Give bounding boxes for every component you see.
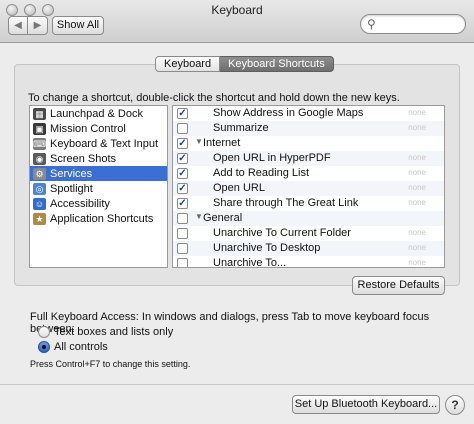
category-label: Spotlight bbox=[50, 182, 93, 195]
shortcut-label: Unarchive To Desktop bbox=[213, 242, 321, 254]
show-all-button[interactable]: Show All bbox=[52, 16, 104, 35]
shortcut-key: none bbox=[408, 153, 426, 162]
back-arrow-icon: ◀ bbox=[14, 20, 22, 31]
shortcut-key: none bbox=[408, 243, 426, 252]
radio-text-boxes[interactable]: Text boxes and lists only bbox=[38, 326, 173, 338]
shortcut-group-row[interactable]: ▼ General bbox=[173, 211, 444, 226]
shortcut-label: General bbox=[203, 212, 243, 224]
category-label: Accessibility bbox=[50, 197, 110, 210]
gear-icon: ⚙ bbox=[33, 167, 46, 180]
category-label: Application Shortcuts bbox=[50, 212, 154, 225]
category-label: Services bbox=[50, 167, 93, 180]
category-item[interactable]: ▣ Mission Control bbox=[30, 121, 167, 136]
shortcut-checkbox[interactable] bbox=[177, 228, 188, 239]
shortcut-key: none bbox=[408, 108, 426, 117]
shortcut-key: none bbox=[408, 258, 426, 267]
category-label: Launchpad & Dock bbox=[50, 107, 143, 120]
app-shortcuts-icon: ★ bbox=[33, 212, 46, 225]
shortcut-row[interactable]: Unarchive To... none bbox=[173, 256, 444, 268]
nav-buttons: ◀ ▶ bbox=[8, 16, 48, 35]
magnifier-icon: ⚲ bbox=[367, 17, 376, 31]
separator bbox=[0, 384, 474, 385]
category-label: Mission Control bbox=[50, 122, 126, 135]
shortcut-row[interactable]: ✓ Add to Reading List none bbox=[173, 166, 444, 181]
disclosure-triangle-icon[interactable]: ▼ bbox=[195, 137, 203, 146]
shortcut-checkbox[interactable]: ✓ bbox=[177, 138, 188, 149]
spotlight-icon: ◎ bbox=[33, 182, 46, 195]
category-item[interactable]: ★ Application Shortcuts bbox=[30, 211, 167, 226]
shortcut-label: Share through The Great Link bbox=[213, 197, 359, 209]
shortcut-checkbox[interactable]: ✓ bbox=[177, 183, 188, 194]
shortcut-checkbox[interactable]: ✓ bbox=[177, 108, 188, 119]
shortcut-label: Add to Reading List bbox=[213, 167, 310, 179]
launchpad-icon: ▦ bbox=[33, 107, 46, 120]
shortcut-group-row[interactable]: ✓ ▼ Internet bbox=[173, 136, 444, 151]
category-item[interactable]: ⚙ Services bbox=[30, 166, 167, 181]
shortcut-checkbox[interactable] bbox=[177, 213, 188, 224]
control-f7-note: Press Control+F7 to change this setting. bbox=[30, 359, 191, 369]
shortcut-key: none bbox=[408, 198, 426, 207]
tab-keyboard-shortcuts[interactable]: Keyboard Shortcuts bbox=[220, 56, 334, 72]
shortcut-label: Internet bbox=[203, 137, 241, 149]
shortcut-label: Open URL bbox=[213, 182, 265, 194]
bluetooth-keyboard-button[interactable]: Set Up Bluetooth Keyboard... bbox=[292, 395, 440, 414]
search-input[interactable] bbox=[379, 17, 463, 31]
shortcut-label: Summarize bbox=[213, 122, 269, 134]
shortcut-key: none bbox=[408, 183, 426, 192]
accessibility-icon: ☺ bbox=[33, 197, 46, 210]
category-item[interactable]: ◎ Spotlight bbox=[30, 181, 167, 196]
radio-button[interactable] bbox=[38, 341, 50, 353]
radio-all-controls[interactable]: All controls bbox=[38, 341, 108, 353]
shortcut-row[interactable]: Unarchive To Desktop none bbox=[173, 241, 444, 256]
shortcut-row[interactable]: Unarchive To Current Folder none bbox=[173, 226, 444, 241]
help-button[interactable]: ? bbox=[445, 395, 465, 415]
shortcut-checkbox[interactable]: ✓ bbox=[177, 153, 188, 164]
category-label: Keyboard & Text Input bbox=[50, 137, 159, 150]
shortcut-row[interactable]: ✓ Open URL in HyperPDF none bbox=[173, 151, 444, 166]
title-bar: Keyboard ◀ ▶ Show All ⚲ bbox=[0, 0, 474, 43]
shortcut-key: none bbox=[408, 168, 426, 177]
search-field[interactable]: ⚲ bbox=[360, 14, 466, 34]
shortcut-row[interactable]: Summarize none bbox=[173, 121, 444, 136]
category-item[interactable]: ◉ Screen Shots bbox=[30, 151, 167, 166]
category-item[interactable]: ⌨ Keyboard & Text Input bbox=[30, 136, 167, 151]
category-list[interactable]: ▦ Launchpad & Dock ▣ Mission Control ⌨ Keyboa… bbox=[29, 105, 168, 268]
shortcut-checkbox[interactable]: ✓ bbox=[177, 168, 188, 179]
shortcut-checkbox[interactable] bbox=[177, 243, 188, 254]
shortcut-key: none bbox=[408, 228, 426, 237]
shortcut-label: Open URL in HyperPDF bbox=[213, 152, 331, 164]
category-item[interactable]: ▦ Launchpad & Dock bbox=[30, 106, 167, 121]
forward-button[interactable]: ▶ bbox=[28, 16, 48, 35]
keyboard-icon: ⌨ bbox=[33, 137, 46, 150]
tab-bar: Keyboard Keyboard Shortcuts bbox=[155, 56, 334, 72]
shortcut-row[interactable]: ✓ Share through The Great Link none bbox=[173, 196, 444, 211]
radio-label: All controls bbox=[54, 341, 108, 353]
shortcut-list[interactable]: ✓ Show Address in Google Maps none Summariz… bbox=[172, 105, 445, 268]
shortcut-checkbox[interactable]: ✓ bbox=[177, 198, 188, 209]
radio-button[interactable] bbox=[38, 326, 50, 338]
shortcut-label: Unarchive To Current Folder bbox=[213, 227, 351, 239]
mission-control-icon: ▣ bbox=[33, 122, 46, 135]
back-button[interactable]: ◀ bbox=[8, 16, 28, 35]
shortcut-label: Unarchive To... bbox=[213, 257, 287, 268]
shortcut-label: Show Address in Google Maps bbox=[213, 107, 364, 119]
shortcut-key: none bbox=[408, 123, 426, 132]
disclosure-triangle-icon[interactable]: ▼ bbox=[195, 212, 203, 221]
restore-defaults-button[interactable]: Restore Defaults bbox=[352, 276, 445, 295]
radio-label: Text boxes and lists only bbox=[54, 326, 174, 338]
shortcut-checkbox[interactable] bbox=[177, 258, 188, 267]
shortcut-checkbox[interactable] bbox=[177, 123, 188, 134]
tab-keyboard[interactable]: Keyboard bbox=[155, 56, 221, 72]
shortcut-row[interactable]: ✓ Show Address in Google Maps none bbox=[173, 106, 444, 121]
shortcut-row[interactable]: ✓ Open URL none bbox=[173, 181, 444, 196]
camera-icon: ◉ bbox=[33, 152, 46, 165]
forward-arrow-icon: ▶ bbox=[33, 20, 42, 31]
category-item[interactable]: ☺ Accessibility bbox=[30, 196, 167, 211]
category-label: Screen Shots bbox=[50, 152, 117, 165]
instruction-text: To change a shortcut, double-click the s… bbox=[28, 92, 400, 104]
